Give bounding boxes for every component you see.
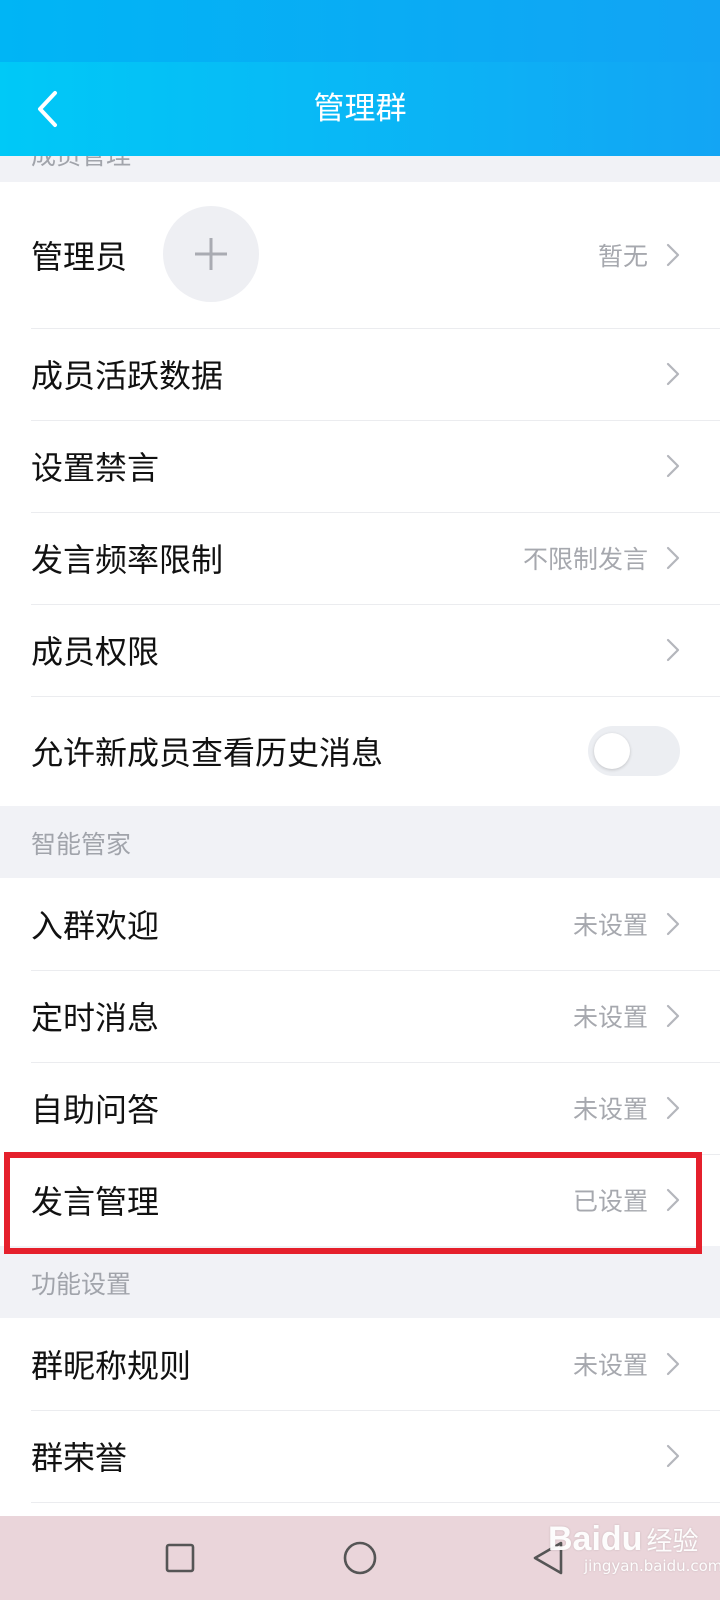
status-bar xyxy=(0,0,720,62)
row-speech-management[interactable]: 发言管理 已设置 xyxy=(0,1154,720,1246)
row-label: 发言频率限制 xyxy=(31,541,224,579)
row-member-permissions[interactable]: 成员权限 xyxy=(0,604,720,696)
row-value: 未设置 xyxy=(572,1351,648,1380)
row-history-toggle: 允许新成员查看历史消息 xyxy=(0,696,720,806)
watermark-brand: Baidu 经验 xyxy=(548,1520,698,1559)
toggle-knob xyxy=(594,733,630,769)
row-label: 群荣誉 xyxy=(31,1439,128,1477)
chevron-right-icon xyxy=(666,362,680,386)
row-label: 成员活跃数据 xyxy=(31,357,224,395)
row-right: 未设置 xyxy=(573,1346,680,1382)
row-right xyxy=(666,638,680,662)
app-screen: 管理群 成员管理 管理员 暂无 成员活跃数据 xyxy=(0,0,720,1600)
history-toggle-switch[interactable] xyxy=(588,726,680,776)
watermark-logo: Baidu 经验 jingyan.baidu.com xyxy=(548,1500,720,1594)
row-mute[interactable]: 设置禁言 xyxy=(0,420,720,512)
row-right: 不限制发言 xyxy=(523,540,680,576)
chevron-right-icon xyxy=(666,638,680,662)
page-title: 管理群 xyxy=(313,91,407,127)
row-value: 不限制发言 xyxy=(522,545,648,574)
recent-apps-button[interactable] xyxy=(160,1538,200,1578)
row-value: 未设置 xyxy=(572,911,648,940)
chevron-right-icon xyxy=(666,1096,680,1120)
row-nickname-rules[interactable]: 群昵称规则 未设置 xyxy=(0,1318,720,1410)
row-right xyxy=(666,362,680,386)
watermark-brand-text: Baidu xyxy=(548,1519,643,1558)
section-header-member-management: 成员管理 xyxy=(0,156,720,182)
row-rate-limit[interactable]: 发言频率限制 不限制发言 xyxy=(0,512,720,604)
title-bar: 管理群 xyxy=(0,62,720,156)
circle-icon xyxy=(343,1541,377,1575)
row-label: 自助问答 xyxy=(31,1091,160,1129)
row-label: 管理员 xyxy=(31,238,128,276)
chevron-right-icon xyxy=(666,1188,680,1212)
row-scheduled-messages[interactable]: 定时消息 未设置 xyxy=(0,970,720,1062)
group-member-management: 管理员 暂无 成员活跃数据 设置禁言 发言频率限制 不限制发言 成员权限 允许新… xyxy=(0,182,720,806)
row-value: 暂无 xyxy=(597,242,648,271)
chevron-right-icon xyxy=(666,454,680,478)
row-self-service-qa[interactable]: 自助问答 未设置 xyxy=(0,1062,720,1154)
row-label: 允许新成员查看历史消息 xyxy=(31,734,384,772)
row-group-honor[interactable]: 群荣誉 xyxy=(0,1410,720,1502)
add-admin-button[interactable] xyxy=(163,206,259,302)
row-member-activity[interactable]: 成员活跃数据 xyxy=(0,328,720,420)
plus-icon xyxy=(195,238,227,270)
row-label: 入群欢迎 xyxy=(31,907,160,945)
row-right xyxy=(666,454,680,478)
chevron-right-icon xyxy=(666,912,680,936)
row-right: 未设置 xyxy=(573,906,680,942)
chevron-right-icon xyxy=(666,1004,680,1028)
row-right xyxy=(666,1444,680,1468)
row-label: 群昵称规则 xyxy=(31,1347,192,1385)
group-feature-settings: 群昵称规则 未设置 群荣誉 xyxy=(0,1318,720,1516)
section-header-smart-butler: 智能管家 xyxy=(0,806,720,878)
square-icon xyxy=(165,1543,195,1573)
row-right: 已设置 xyxy=(573,1182,680,1218)
chevron-right-icon xyxy=(666,1352,680,1376)
row-right: 暂无 xyxy=(598,237,680,273)
watermark-url: jingyan.baidu.com xyxy=(584,1556,720,1575)
row-label: 成员权限 xyxy=(31,633,160,671)
row-right: 未设置 xyxy=(573,998,680,1034)
row-right: 未设置 xyxy=(573,1090,680,1126)
section-header-feature-settings: 功能设置 xyxy=(0,1246,720,1318)
home-button[interactable] xyxy=(340,1538,380,1578)
section-header-label: 成员管理 xyxy=(31,156,131,170)
row-label: 定时消息 xyxy=(31,999,160,1037)
chevron-right-icon xyxy=(666,1444,680,1468)
chevron-right-icon xyxy=(666,546,680,570)
row-value: 已设置 xyxy=(572,1187,648,1216)
row-value: 未设置 xyxy=(572,1095,648,1124)
watermark-suffix: 经验 xyxy=(646,1525,699,1556)
chevron-right-icon xyxy=(666,243,680,267)
settings-list[interactable]: 成员管理 管理员 暂无 成员活跃数据 xyxy=(0,156,720,1516)
group-smart-butler: 入群欢迎 未设置 定时消息 未设置 自助问答 未设置 发言管理 已设置 xyxy=(0,878,720,1246)
row-label: 设置禁言 xyxy=(31,449,160,487)
row-value: 未设置 xyxy=(572,1003,648,1032)
row-admin[interactable]: 管理员 暂无 xyxy=(0,182,720,328)
row-welcome[interactable]: 入群欢迎 未设置 xyxy=(0,878,720,970)
row-label: 发言管理 xyxy=(31,1183,160,1221)
